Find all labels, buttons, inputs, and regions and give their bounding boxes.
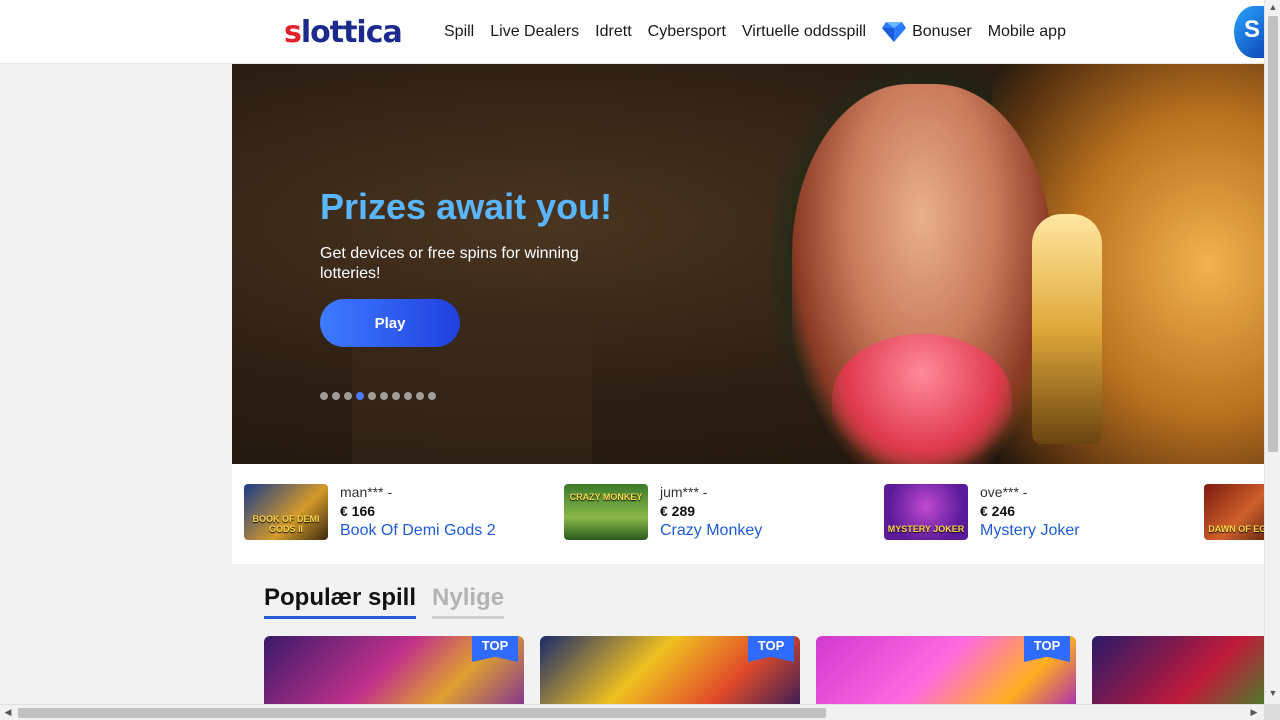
winner-item[interactable]: CRAZY MONKEY jum*** - € 289 Crazy Monkey [564,484,762,544]
scroll-left-icon[interactable]: ◀ [0,707,16,718]
horizontal-scroll-thumb[interactable] [18,708,826,718]
hero-title: Prizes await you! [320,186,613,227]
top-badge: TOP [1024,636,1070,662]
slider-dot[interactable] [428,392,436,400]
section-divider [232,556,1264,568]
winner-game-link[interactable]: Crazy Monkey [660,522,762,540]
winner-item[interactable]: MYSTERY JOKER ove*** - € 246 Mystery Jok… [884,484,1080,544]
badge-letter: S [1244,16,1261,43]
nav-spill[interactable]: Spill [444,23,474,41]
slider-dot[interactable] [332,392,340,400]
winner-user: jum*** - [660,484,708,500]
diamond-icon [882,22,907,42]
nav-virtuelle-oddsspill[interactable]: Virtuelle oddsspill [742,23,866,41]
slider-dots [320,392,436,400]
game-card[interactable] [1092,636,1264,706]
slider-dot[interactable] [392,392,400,400]
game-thumbnail[interactable]: MYSTERY JOKER [884,484,968,540]
hero-banner: Prizes await you! Get devices or free sp… [232,64,1264,464]
site-logo[interactable]: s lottica [284,14,403,50]
nav-mobile-app[interactable]: Mobile app [988,23,1066,41]
game-tabs: Populær spill Nylige [264,584,505,619]
nav-bonuser-label: Bonuser [912,23,972,40]
vertical-scrollbar[interactable]: ▲ ▼ [1264,0,1280,704]
thumbnail-label: DAWN OF EGYPT [1208,524,1264,534]
winner-game-link[interactable]: Mystery Joker [980,522,1080,540]
scroll-up-icon[interactable]: ▲ [1265,2,1280,12]
nav-live-dealers[interactable]: Live Dealers [490,23,579,41]
winner-amount: € 166 [340,503,376,519]
winner-amount: € 289 [660,503,696,519]
tab-popular-games[interactable]: Populær spill [264,584,417,619]
top-badge: TOP [748,636,794,662]
slider-dot[interactable] [416,392,424,400]
game-card[interactable]: TOP [264,636,524,706]
slider-dot[interactable] [344,392,352,400]
game-card[interactable]: TOP [816,636,1076,706]
horizontal-scrollbar[interactable]: ◀ ▶ [0,704,1264,720]
slider-dot[interactable] [320,392,328,400]
winner-game-link[interactable]: Book Of Demi Gods 2 [340,522,496,540]
game-thumbnail[interactable]: BOOK OF DEMI GODS II [244,484,328,540]
main-nav: Spill Live Dealers Idrett Cybersport Vir… [444,0,1066,64]
scrollbar-corner [1264,704,1280,720]
logo-letter-s: s [284,14,302,50]
vertical-scroll-thumb[interactable] [1268,16,1278,452]
game-thumbnail[interactable]: DAWN OF EGYPT [1204,484,1264,540]
nav-idrett[interactable]: Idrett [595,23,631,41]
nav-cybersport[interactable]: Cybersport [648,23,726,41]
tab-recent[interactable]: Nylige [432,584,505,619]
play-button[interactable]: Play [320,299,460,347]
thumbnail-label: CRAZY MONKEY [569,492,643,502]
hero-dress-art [832,334,1012,464]
winner-amount: € 246 [980,503,1016,519]
site-header: s lottica Spill Live Dealers Idrett Cyber… [0,0,1274,64]
scroll-down-icon[interactable]: ▼ [1265,688,1280,698]
hero-subtitle: Get devices or free spins for winning lo… [320,245,579,282]
recent-winners: BOOK OF DEMI GODS II man*** - € 166 Book… [232,464,1264,564]
nav-bonuser[interactable]: Bonuser [882,22,972,42]
game-card[interactable]: TOP [540,636,800,706]
slider-dot[interactable] [404,392,412,400]
winner-item[interactable]: BOOK OF DEMI GODS II man*** - € 166 Book… [244,484,496,544]
thumbnail-label: BOOK OF DEMI GODS II [252,514,320,534]
scroll-right-icon[interactable]: ▶ [1246,707,1262,718]
slider-dot[interactable] [356,392,364,400]
slider-dot[interactable] [380,392,388,400]
top-badge: TOP [472,636,518,662]
winner-user: ove*** - [980,484,1028,500]
game-grid: TOP TOP TOP [264,636,1264,706]
trophy-icon [1032,214,1102,444]
winner-user: man*** - [340,484,393,500]
winner-item[interactable]: DAWN OF EGYPT [1204,484,1264,544]
logo-text: lottica [300,14,403,50]
thumbnail-label: MYSTERY JOKER [887,524,965,534]
game-thumbnail[interactable]: CRAZY MONKEY [564,484,648,540]
slider-dot[interactable] [368,392,376,400]
